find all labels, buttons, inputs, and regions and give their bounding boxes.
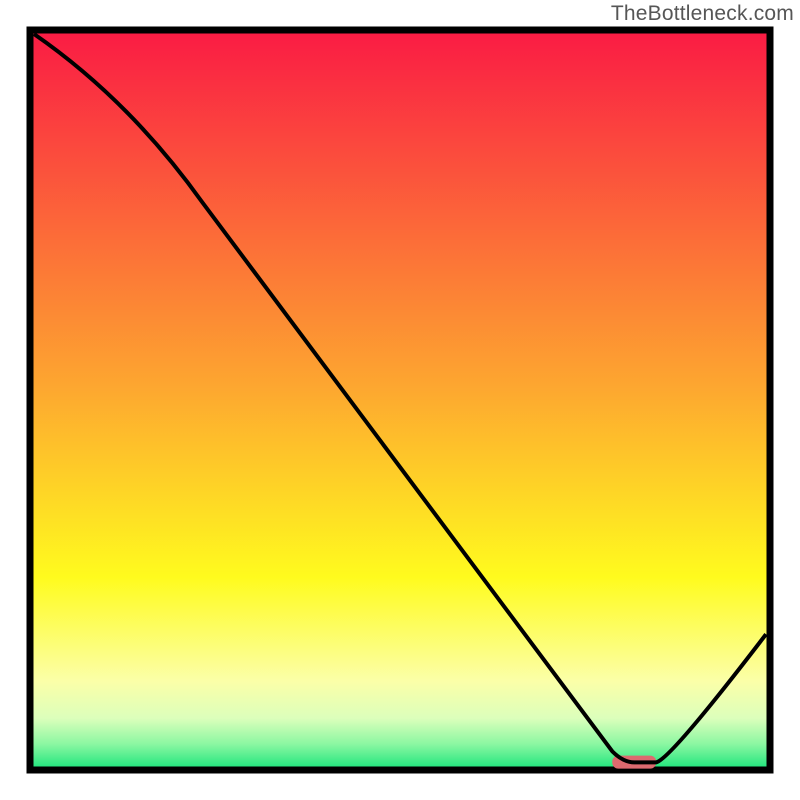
bottleneck-chart [0,0,800,800]
plot-area [30,30,770,770]
chart-container: TheBottleneck.com [0,0,800,800]
